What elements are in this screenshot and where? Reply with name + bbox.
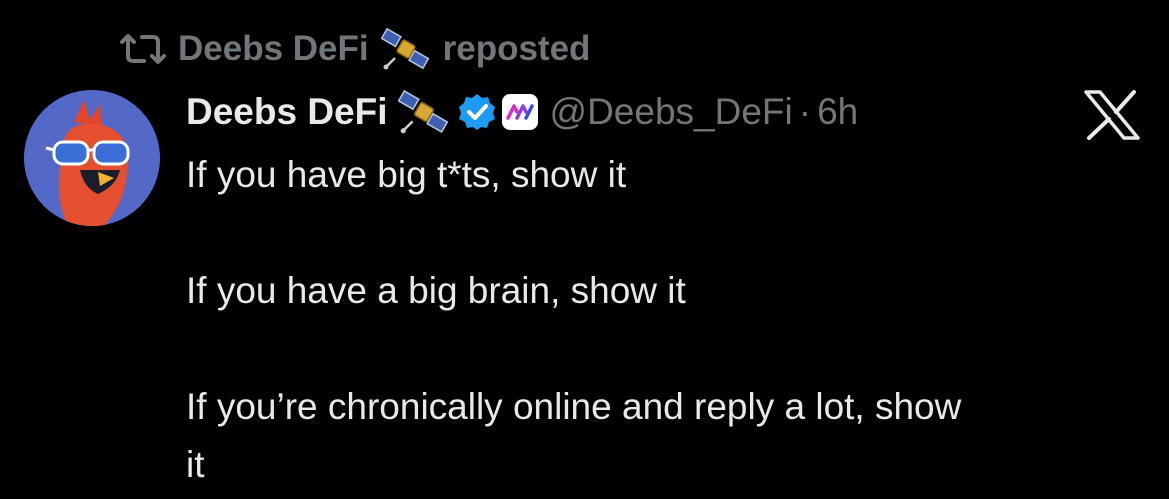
tweet-line: If you have a big brain, show it — [186, 270, 686, 311]
tweet-line: If you’re chronically online and reply a… — [186, 386, 962, 427]
author-handle[interactable]: @Deebs_DeFi — [550, 91, 793, 133]
x-logo-icon[interactable] — [1083, 90, 1141, 140]
tweet-line: If you have big t*ts, show it — [186, 154, 627, 195]
separator-dot: · — [798, 91, 812, 132]
avatar[interactable] — [24, 90, 160, 226]
tweet-timestamp[interactable]: 6h — [817, 91, 858, 133]
tweet-header: Deebs DeFi @Deebs_DeFi · 6h — [186, 86, 858, 138]
repost-user-name[interactable]: Deebs DeFi — [178, 29, 369, 69]
cardinal-avatar-icon — [24, 90, 160, 226]
author-display-name[interactable]: Deebs DeFi — [186, 91, 388, 133]
verified-badge-icon[interactable] — [458, 93, 496, 131]
affiliate-logo-icon[interactable] — [501, 94, 538, 130]
repost-label: reposted — [442, 29, 591, 68]
repost-icon — [120, 34, 166, 64]
satellite-emoji-icon — [397, 90, 448, 134]
satellite-emoji-icon — [380, 28, 430, 70]
repost-context[interactable]: Deebs DeFi reposted — [118, 26, 590, 72]
tweet-line: it — [186, 444, 205, 485]
tweet-text: If you have big t*ts, show it If you hav… — [186, 146, 1146, 494]
